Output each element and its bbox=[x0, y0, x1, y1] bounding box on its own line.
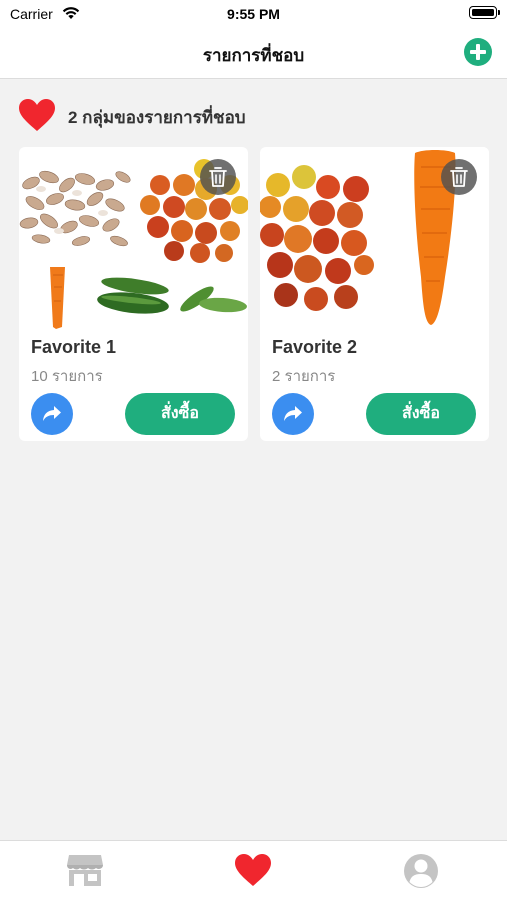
group-count-label: 2 กลุ่มของรายการที่ชอบ bbox=[68, 108, 246, 127]
order-button[interactable]: สั่งซื้อ bbox=[366, 393, 476, 435]
tomatoes-thumbnail bbox=[260, 165, 374, 315]
favorite-card[interactable]: Favorite 1 10 รายการ สั่งซื้อ bbox=[19, 147, 248, 441]
garlic-thumbnail bbox=[19, 165, 134, 249]
tab-favorites[interactable] bbox=[234, 853, 274, 889]
heart-icon bbox=[19, 99, 55, 131]
tab-bar bbox=[0, 840, 507, 900]
nav-bar: รายการที่ชอบ bbox=[0, 28, 507, 79]
favorites-group-header: 2 กลุ่มของรายการที่ชอบ bbox=[18, 96, 488, 132]
add-favorite-group-button[interactable] bbox=[464, 38, 492, 66]
share-button[interactable] bbox=[272, 393, 314, 435]
trash-icon bbox=[209, 167, 227, 187]
heart-icon bbox=[235, 854, 271, 886]
carrot-thumbnail bbox=[19, 263, 95, 333]
favorite-item-count: 10 รายการ bbox=[31, 368, 103, 385]
store-icon bbox=[67, 855, 103, 886]
tab-profile[interactable] bbox=[402, 853, 442, 889]
status-bar: Carrier 9:55 PM bbox=[0, 0, 507, 28]
delete-favorite-button[interactable] bbox=[200, 159, 236, 195]
delete-favorite-button[interactable] bbox=[441, 159, 477, 195]
share-button[interactable] bbox=[31, 393, 73, 435]
order-button[interactable]: สั่งซื้อ bbox=[125, 393, 235, 435]
favorite-item-count: 2 รายการ bbox=[272, 368, 336, 385]
favorite-card[interactable]: Favorite 2 2 รายการ สั่งซื้อ bbox=[260, 147, 489, 441]
favorite-name: Favorite 1 bbox=[31, 337, 117, 357]
page-title: รายการที่ชอบ bbox=[202, 46, 305, 65]
trash-icon bbox=[450, 167, 468, 187]
share-arrow-icon bbox=[43, 406, 61, 421]
battery-icon bbox=[469, 6, 500, 19]
cucumbers-thumbnail bbox=[95, 277, 248, 327]
favorite-name: Favorite 2 bbox=[272, 337, 358, 357]
tab-store[interactable] bbox=[66, 853, 106, 889]
profile-icon bbox=[404, 854, 438, 888]
status-time: 9:55 PM bbox=[227, 6, 280, 22]
share-arrow-icon bbox=[284, 406, 302, 421]
